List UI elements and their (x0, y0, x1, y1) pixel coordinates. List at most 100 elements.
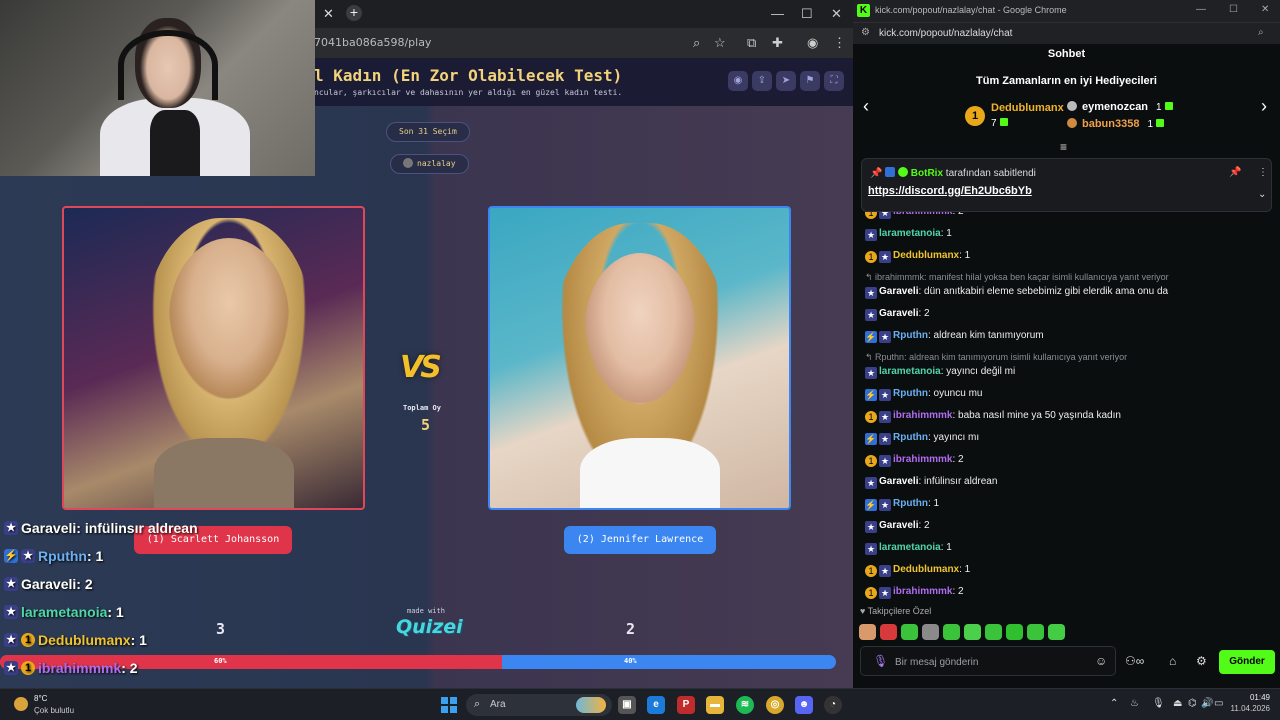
chat-url[interactable]: kick.com/popout/nazlalay/chat (879, 28, 1012, 39)
app-circle-icon[interactable]: ◔ (824, 696, 842, 714)
connections-icon[interactable]: ⚇∞ (1125, 654, 1144, 668)
chat-message[interactable]: ⚡ ★ Rputhn: oyuncu mu (865, 388, 982, 401)
steam-icon[interactable]: ♨ (1130, 698, 1139, 709)
chat-username[interactable]: Rputhn (893, 330, 928, 341)
chat-username[interactable]: Garaveli (879, 476, 918, 487)
pinned-link[interactable]: https://discord.gg/Eh2Ubc6bYb (868, 185, 1032, 197)
eye-icon[interactable]: ◉ (728, 71, 748, 91)
chat-username[interactable]: larametanoia (879, 542, 941, 553)
chat-input-box[interactable]: 🎙 ☺ (860, 646, 1116, 676)
chat-message[interactable]: ⚡ ★ Rputhn: aldrean kim tanımıyorum (865, 330, 1044, 343)
gifter-row[interactable]: babun3358 1 (1067, 118, 1165, 130)
minimize-button[interactable]: — (1196, 4, 1206, 15)
chat-username[interactable]: Rputhn (893, 498, 928, 509)
chat-username[interactable]: Garaveli (879, 308, 918, 319)
battery-icon[interactable]: ▭ (1214, 698, 1223, 709)
chat-username[interactable]: ibrahimmmk (893, 586, 952, 597)
emote-icon[interactable] (1006, 624, 1023, 640)
chat-message-input[interactable] (895, 653, 1075, 671)
new-tab-button[interactable]: + (346, 5, 362, 21)
zoom-icon[interactable]: ⌕ (1258, 27, 1264, 38)
edge-icon[interactable]: e (647, 696, 665, 714)
chat-message[interactable]: ⚡ ★ Rputhn: 1 (865, 498, 939, 511)
chat-username[interactable]: Garaveli (879, 286, 918, 297)
chat-username[interactable]: Garaveli (879, 520, 918, 531)
flag-icon[interactable]: ⚑ (800, 71, 820, 91)
emote-icon[interactable] (922, 624, 939, 640)
pinned-bot-name[interactable]: BotRix (911, 168, 943, 179)
microphone-icon[interactable]: 🎙 (1152, 698, 1165, 709)
send-button[interactable]: Gönder (1219, 650, 1275, 674)
quizei-logo[interactable]: Quizei (396, 616, 463, 638)
emote-icon[interactable] (880, 624, 897, 640)
address-url[interactable]: 7041ba086a598/play (314, 36, 431, 49)
close-window-button[interactable]: ✕ (1261, 4, 1269, 15)
close-window-button[interactable]: ✕ (831, 6, 842, 22)
network-icon[interactable]: ⌬ (1188, 698, 1197, 709)
taskbar-search[interactable]: ⌕ Ara (466, 694, 612, 716)
microphone-icon[interactable]: 🎙 (873, 654, 888, 668)
emote-icon[interactable] (943, 624, 960, 640)
chevron-down-icon[interactable]: ⌄ (1258, 189, 1266, 200)
reply-context[interactable]: ↰ ibrahimmmk: manifest hilal yoksa ben k… (865, 272, 1169, 283)
chat-message[interactable]: ★ larametanoia: yayıncı değil mi (865, 366, 1015, 379)
emote-icon[interactable] (964, 624, 981, 640)
more-options-icon[interactable]: ⋮ (1258, 167, 1268, 178)
emote-icon[interactable] (1048, 624, 1065, 640)
gear-icon[interactable]: ⚙ (1196, 654, 1207, 668)
chat-message[interactable]: ★ Garaveli: infülinsır aldrean (865, 476, 997, 489)
reader-icon[interactable]: ⧉ (747, 35, 756, 51)
maximize-button[interactable]: ☐ (801, 6, 813, 22)
reply-context[interactable]: ↰ Rputhn: aldrean kim tanımıyorum isimli… (865, 352, 1127, 363)
shop-icon[interactable]: ⌂ (1169, 654, 1176, 668)
profile-avatar[interactable]: ◉ (807, 35, 818, 51)
chat-message[interactable]: 1 ★ ibrahimmmk: baba nasıl mine ya 50 yaşı… (865, 410, 1121, 423)
minimize-button[interactable]: — (771, 6, 784, 21)
chat-username[interactable]: ibrahimmmk (893, 410, 952, 421)
gifters-prev-arrow-icon[interactable]: ‹ (863, 96, 869, 117)
usb-icon[interactable]: ⏏ (1173, 698, 1182, 709)
emote-icon[interactable] (985, 624, 1002, 640)
chat-username[interactable]: Rputhn (893, 432, 928, 443)
file-explorer-icon[interactable]: ▬ (706, 696, 724, 714)
send-icon[interactable]: ➤ (776, 71, 796, 91)
spotify-icon[interactable]: ≋ (736, 696, 754, 714)
emoji-icon[interactable]: ☺ (1095, 654, 1107, 668)
unpin-icon[interactable]: 📌 (1229, 167, 1241, 178)
collapse-gifters-icon[interactable]: ≡ (1060, 140, 1067, 154)
chat-message[interactable]: ★ Garaveli: 2 (865, 308, 930, 321)
emote-icon[interactable] (859, 624, 876, 640)
option-right-card[interactable] (488, 206, 791, 510)
discord-icon[interactable]: ☻ (795, 696, 813, 714)
chat-message[interactable]: 1★ibrahimmmk: 2 (865, 586, 964, 599)
chat-message-list[interactable]: 1★ibrahimmmk: 2 ★larametanoia: 1 1★Dedublu… (865, 212, 1270, 604)
chat-username[interactable]: larametanoia (879, 366, 941, 377)
chat-message[interactable]: 1★ibrahimmmk: 2 (865, 212, 964, 219)
gifters-next-arrow-icon[interactable]: › (1261, 96, 1267, 117)
maximize-button[interactable]: ☐ (1229, 4, 1238, 15)
bookmark-star-icon[interactable]: ☆ (714, 35, 726, 51)
chat-message[interactable]: ★ Garaveli: 2 (865, 520, 930, 533)
app-p-icon[interactable]: P (677, 696, 695, 714)
task-view-icon[interactable]: ▣ (618, 696, 636, 714)
chat-username[interactable]: Rputhn (893, 388, 928, 399)
volume-icon[interactable]: 🔊 (1201, 698, 1213, 709)
fullscreen-icon[interactable]: ⛶ (824, 71, 844, 91)
zoom-icon[interactable]: ⌕ (693, 35, 700, 51)
chat-message[interactable]: ★ larametanoia: 1 (865, 228, 952, 241)
chat-address-bar[interactable]: ⚙ kick.com/popout/nazlalay/chat ⌕ (853, 22, 1280, 44)
option-left-card[interactable] (62, 206, 365, 510)
taskbar-clock[interactable]: 01:49 11.04.2026 (1228, 693, 1270, 713)
extensions-icon[interactable]: ✚ (772, 35, 783, 51)
emote-icon[interactable] (901, 624, 918, 640)
chat-username[interactable]: Dedublumanx (893, 564, 959, 575)
chrome-icon[interactable]: ◎ (766, 696, 784, 714)
chat-message[interactable]: ★ Garaveli: dün anıtkabiri eleme sebebimi… (865, 286, 1168, 299)
chat-message[interactable]: 1 ★ Dedublumanx: 1 (865, 564, 970, 577)
menu-icon[interactable]: ⋮ (833, 35, 846, 51)
chat-message[interactable]: ⚡ ★ Rputhn: yayıncı mı (865, 432, 979, 445)
chat-username[interactable]: ibrahimmmk (893, 212, 952, 217)
chat-message[interactable]: 1★ibrahimmmk: 2 (865, 454, 964, 467)
chat-message[interactable]: ★ larametanoia: 1 (865, 542, 952, 555)
gifter-row[interactable]: eymenozcan 1 (1067, 101, 1173, 113)
